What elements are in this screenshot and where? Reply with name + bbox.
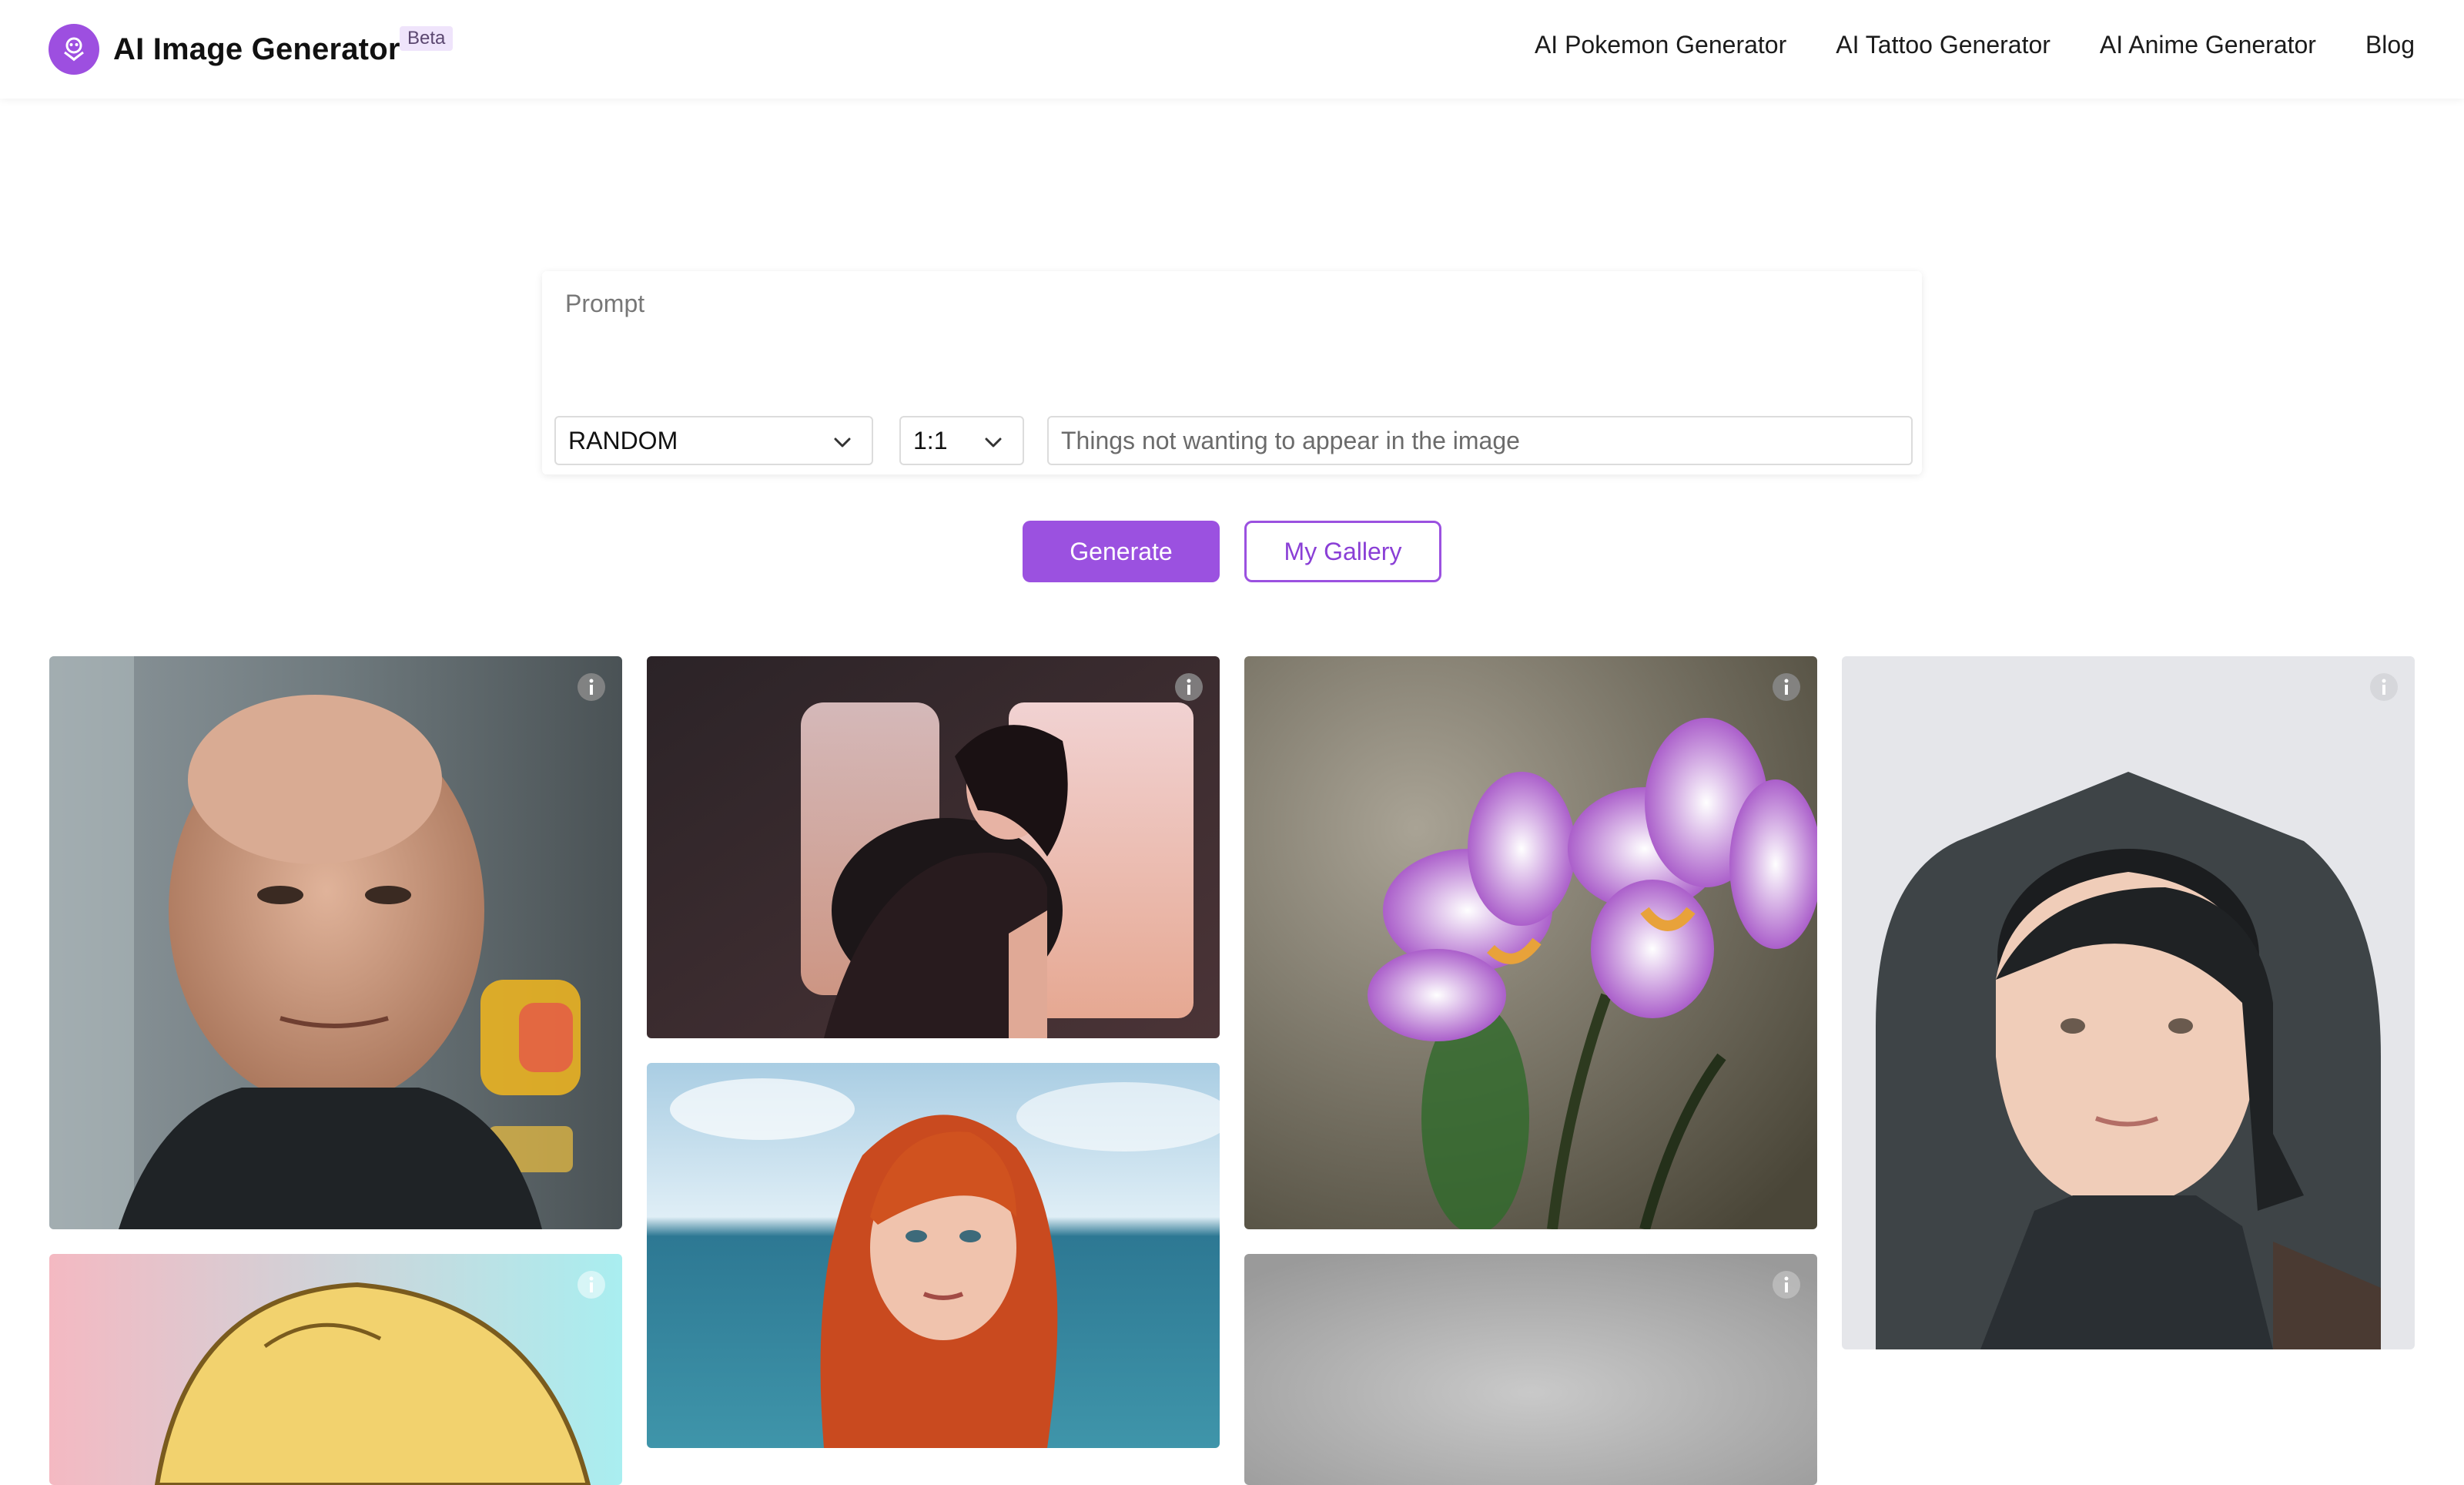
info-icon[interactable]	[576, 672, 607, 702]
nav-link-tattoo[interactable]: AI Tattoo Generator	[1836, 31, 2051, 59]
nav-link-pokemon[interactable]: AI Pokemon Generator	[1535, 31, 1786, 59]
info-icon[interactable]	[2369, 672, 2399, 702]
nav-link-anime[interactable]: AI Anime Generator	[2100, 31, 2316, 59]
main-nav: AI Pokemon Generator AI Tattoo Generator…	[1535, 31, 2415, 59]
prompt-card: RANDOM 1:1	[542, 271, 1922, 474]
info-icon[interactable]	[1771, 672, 1802, 702]
gallery-item[interactable]	[1244, 656, 1817, 1229]
my-gallery-button[interactable]: My Gallery	[1244, 521, 1441, 582]
gallery-image	[49, 1254, 622, 1485]
gallery-item[interactable]	[647, 1063, 1220, 1448]
style-select-value: RANDOM	[568, 426, 678, 454]
gallery-item[interactable]	[1244, 1254, 1817, 1485]
top-navbar: AI Image Generator Beta AI Pokemon Gener…	[0, 0, 2464, 99]
gallery-image	[1244, 656, 1817, 1229]
gallery-item[interactable]	[1842, 656, 2415, 1349]
gallery-image	[1244, 1254, 1817, 1485]
info-icon[interactable]	[576, 1269, 607, 1300]
gallery-image	[1842, 656, 2415, 1349]
gallery-item[interactable]	[49, 656, 622, 1229]
ratio-select[interactable]: 1:1	[899, 416, 1024, 465]
prompt-input[interactable]	[564, 288, 1896, 404]
gallery-image	[49, 656, 622, 1229]
gallery-image	[647, 656, 1220, 1038]
generate-button[interactable]: Generate	[1023, 521, 1220, 582]
robot-logo-icon	[49, 24, 99, 75]
gallery-item[interactable]	[49, 1254, 622, 1485]
beta-badge: Beta	[400, 26, 454, 51]
info-icon[interactable]	[1173, 672, 1204, 702]
chevron-down-icon	[834, 437, 851, 448]
nav-link-blog[interactable]: Blog	[2365, 31, 2415, 59]
negative-prompt-input[interactable]	[1047, 416, 1913, 465]
chevron-down-icon	[985, 437, 1002, 448]
info-icon[interactable]	[1771, 1269, 1802, 1300]
ratio-select-value: 1:1	[913, 426, 948, 454]
brand[interactable]: AI Image Generator Beta	[49, 24, 454, 75]
gallery-item[interactable]	[647, 656, 1220, 1038]
style-select[interactable]: RANDOM	[554, 416, 873, 465]
brand-title: AI Image Generator	[113, 32, 400, 66]
gallery-image	[647, 1063, 1220, 1448]
